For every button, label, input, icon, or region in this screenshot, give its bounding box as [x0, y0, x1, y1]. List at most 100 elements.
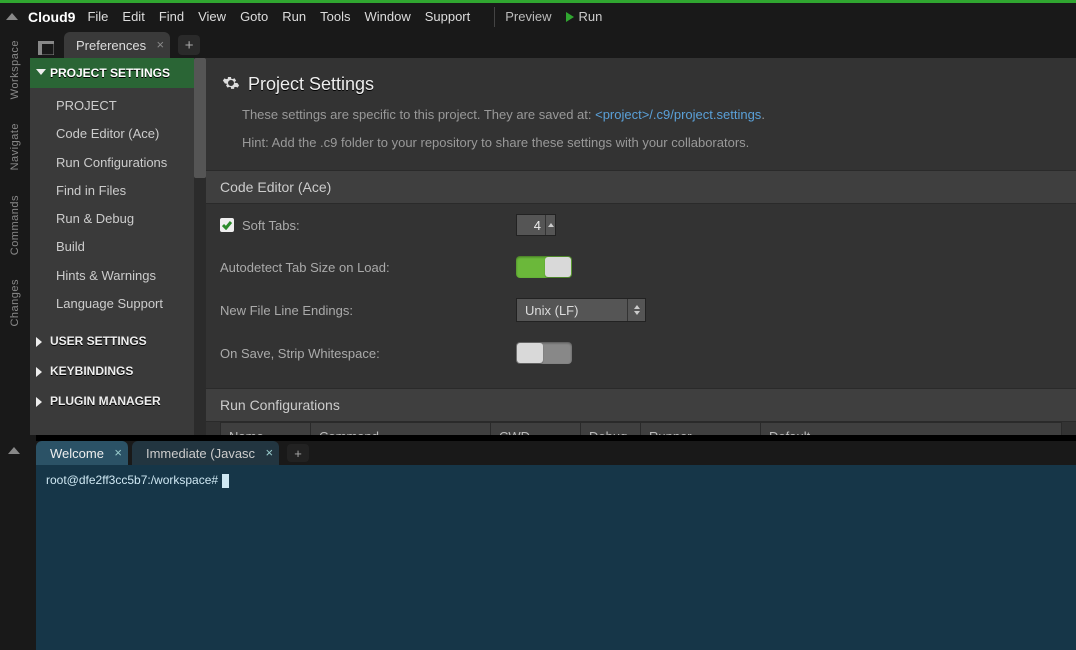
- page-intro: These settings are specific to this proj…: [206, 101, 1076, 129]
- line-endings-value: Unix (LF): [525, 303, 578, 318]
- tabstrip: Preferences × +: [30, 30, 1076, 58]
- rail-commands[interactable]: Commands: [9, 195, 21, 255]
- settings-sidebar: PROJECT SETTINGS PROJECT Code Editor (Ac…: [30, 58, 206, 435]
- rail-workspace[interactable]: Workspace: [9, 40, 21, 99]
- setting-soft-tabs: Soft Tabs:: [206, 204, 1076, 246]
- bottom-tab-add-button[interactable]: +: [287, 444, 309, 462]
- section-plugin-manager-label: PLUGIN MANAGER: [50, 394, 161, 408]
- preview-button[interactable]: Preview: [505, 9, 551, 24]
- chevron-down-icon: [36, 69, 46, 75]
- page-hint: Hint: Add the .c9 folder to your reposit…: [206, 129, 1076, 157]
- soft-tabs-checkbox[interactable]: [220, 218, 234, 232]
- select-chevron-icon: [627, 299, 645, 321]
- terminal-cursor-icon: [222, 474, 229, 488]
- sidebar-item-run-and-debug[interactable]: Run & Debug: [30, 205, 206, 233]
- col-default[interactable]: Default: [761, 423, 1061, 435]
- col-cwd[interactable]: CWD: [491, 423, 581, 435]
- sidebar-scrollbar-thumb[interactable]: [194, 58, 206, 178]
- intro-suffix: .: [761, 107, 765, 122]
- col-command[interactable]: Command: [311, 423, 491, 435]
- sidebar-item-run-config[interactable]: Run Configurations: [30, 149, 206, 177]
- settings-content: Project Settings These settings are spec…: [206, 58, 1076, 435]
- menu-tools[interactable]: Tools: [320, 9, 350, 24]
- menubar: Cloud9 File Edit Find View Goto Run Tool…: [0, 0, 1076, 30]
- rail-navigate[interactable]: Navigate: [9, 123, 21, 170]
- page-title-row: Project Settings: [206, 58, 1076, 101]
- autodetect-label: Autodetect Tab Size on Load:: [220, 260, 390, 275]
- section-user-settings-label: USER SETTINGS: [50, 334, 147, 348]
- col-debug[interactable]: Debug: [581, 423, 641, 435]
- toggle-knob: [545, 257, 571, 277]
- sidebar-item-code-editor[interactable]: Code Editor (Ace): [30, 120, 206, 148]
- menu-edit[interactable]: Edit: [122, 9, 144, 24]
- section-plugin-manager[interactable]: PLUGIN MANAGER: [30, 386, 206, 416]
- collapse-bottom-icon[interactable]: [8, 447, 20, 454]
- soft-tabs-input[interactable]: [517, 218, 545, 233]
- run-config-table-head: Name Command CWD Debug Runner Default: [220, 422, 1062, 435]
- menu-file[interactable]: File: [87, 9, 108, 24]
- bottom-tab-welcome-label: Welcome: [50, 446, 104, 461]
- bottom-left-gutter: [0, 435, 36, 650]
- tab-preferences-label: Preferences: [76, 38, 146, 53]
- play-icon: [566, 12, 574, 22]
- spinner-up-icon[interactable]: [545, 215, 555, 235]
- setting-strip-whitespace: On Save, Strip Whitespace:: [206, 332, 1076, 374]
- menu-find[interactable]: Find: [159, 9, 184, 24]
- strip-ws-toggle[interactable]: [516, 342, 572, 364]
- bottom-tab-welcome-close-icon[interactable]: ×: [114, 445, 122, 460]
- menubar-separator: [494, 7, 495, 27]
- run-button-label: Run: [579, 9, 603, 24]
- chevron-right-icon: [36, 367, 42, 377]
- sidebar-item-language-support[interactable]: Language Support: [30, 290, 206, 318]
- section-project-settings-label: PROJECT SETTINGS: [50, 66, 170, 80]
- sidebar-item-build[interactable]: Build: [30, 233, 206, 261]
- col-name[interactable]: Name: [221, 423, 311, 435]
- section-project-settings[interactable]: PROJECT SETTINGS: [30, 58, 206, 88]
- bottom-tabstrip: Welcome × Immediate (Javasc × +: [36, 441, 1076, 465]
- run-config-table: Name Command CWD Debug Runner Default No…: [220, 422, 1062, 435]
- sidebar-item-find-in-files[interactable]: Find in Files: [30, 177, 206, 205]
- run-button[interactable]: Run: [566, 9, 603, 24]
- collapse-top-icon[interactable]: [6, 13, 18, 20]
- terminal-prompt: root@dfe2ff3cc5b7:/workspace#: [46, 473, 218, 487]
- gear-icon: [222, 74, 240, 95]
- panel-layout-icon[interactable]: [36, 38, 56, 58]
- menu-support[interactable]: Support: [425, 9, 471, 24]
- page-title: Project Settings: [248, 74, 374, 95]
- autodetect-toggle[interactable]: [516, 256, 572, 278]
- bottom-tab-immediate-label: Immediate (Javasc: [146, 446, 255, 461]
- soft-tabs-spinner[interactable]: [516, 214, 556, 236]
- intro-prefix: These settings are specific to this proj…: [242, 107, 595, 122]
- left-rail: Workspace Navigate Commands Changes: [0, 30, 30, 435]
- setting-autodetect-tab-size: Autodetect Tab Size on Load:: [206, 246, 1076, 288]
- line-endings-label: New File Line Endings:: [220, 303, 353, 318]
- menu-run[interactable]: Run: [282, 9, 306, 24]
- soft-tabs-label: Soft Tabs:: [242, 218, 300, 233]
- group-run-config-header: Run Configurations: [206, 388, 1076, 422]
- terminal[interactable]: root@dfe2ff3cc5b7:/workspace#: [36, 465, 1076, 650]
- bottom-tab-immediate-close-icon[interactable]: ×: [265, 445, 273, 460]
- col-runner[interactable]: Runner: [641, 423, 761, 435]
- group-code-editor-header: Code Editor (Ace): [206, 170, 1076, 204]
- chevron-right-icon: [36, 397, 42, 407]
- bottom-tab-welcome[interactable]: Welcome ×: [36, 441, 128, 465]
- bottom-tab-immediate[interactable]: Immediate (Javasc ×: [132, 441, 279, 465]
- tab-preferences[interactable]: Preferences ×: [64, 32, 170, 58]
- section-keybindings[interactable]: KEYBINDINGS: [30, 356, 206, 386]
- menu-view[interactable]: View: [198, 9, 226, 24]
- tab-add-button[interactable]: +: [178, 35, 200, 55]
- tab-preferences-close-icon[interactable]: ×: [157, 37, 165, 52]
- menu-goto[interactable]: Goto: [240, 9, 268, 24]
- brand[interactable]: Cloud9: [28, 9, 75, 25]
- section-keybindings-label: KEYBINDINGS: [50, 364, 133, 378]
- chevron-right-icon: [36, 337, 42, 347]
- menu-window[interactable]: Window: [364, 9, 410, 24]
- rail-changes[interactable]: Changes: [9, 279, 21, 327]
- strip-ws-label: On Save, Strip Whitespace:: [220, 346, 380, 361]
- sidebar-item-project[interactable]: PROJECT: [30, 92, 206, 120]
- line-endings-select[interactable]: Unix (LF): [516, 298, 646, 322]
- setting-line-endings: New File Line Endings: Unix (LF): [206, 288, 1076, 332]
- sidebar-item-hints-warnings[interactable]: Hints & Warnings: [30, 262, 206, 290]
- section-user-settings[interactable]: USER SETTINGS: [30, 326, 206, 356]
- intro-path: <project>/.c9/project.settings: [595, 107, 761, 122]
